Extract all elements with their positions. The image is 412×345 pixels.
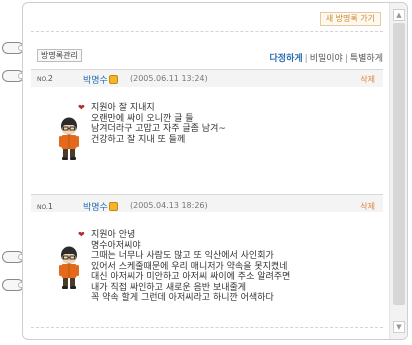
mini-room-icon[interactable] xyxy=(108,202,118,211)
entry-date: (2005.04.13 18:26) xyxy=(130,201,208,210)
filter-secret[interactable]: 비밀이야 xyxy=(310,54,343,64)
mini-room-icon[interactable] xyxy=(108,75,118,84)
entry-message: 지원아 안녕 명수아저씨야 그때는 너무나 사람도 많고 또 익산에서 사인회가… xyxy=(91,230,291,303)
entry-number: NO.2 xyxy=(37,74,53,83)
scroll-thumb[interactable] xyxy=(393,23,405,305)
guestbook-manage-button[interactable]: 방명록관리 xyxy=(37,49,82,62)
go-guestbook-button[interactable]: 새 방명록 가기 xyxy=(319,12,381,26)
filter-separator: | xyxy=(304,54,308,64)
entry-date: (2005.06.11 13:24) xyxy=(130,74,208,83)
heart-icon: ❤ xyxy=(78,103,85,112)
divider xyxy=(31,327,383,328)
entry-message: 지원아 잘 지내지 오랜만에 싸이 오니깐 글 들 남겨더라구 고맙고 자주 글… xyxy=(91,103,226,145)
minime-avatar-icon xyxy=(59,246,79,289)
scroll-down-icon[interactable]: ▼ xyxy=(393,321,405,333)
entry-author[interactable]: 박명수 xyxy=(83,200,118,213)
scroll-up-icon[interactable]: ▲ xyxy=(393,9,405,21)
vertical-scrollbar[interactable]: ▲ ▼ xyxy=(389,3,407,339)
visibility-filters: 다정하게 | 비밀이야 | 특별하게 xyxy=(270,51,383,64)
delete-button[interactable]: 삭제 xyxy=(360,74,375,85)
filter-friendly[interactable]: 다정하게 xyxy=(270,54,303,64)
divider xyxy=(31,31,383,32)
guestbook-content: 새 방명록 가기 방명록관리 다정하게 | 비밀이야 | 특별하게 NO.2 박명수 (… xyxy=(31,3,383,339)
filter-separator: | xyxy=(344,54,348,64)
delete-button[interactable]: 삭제 xyxy=(360,201,375,212)
filter-special[interactable]: 특별하게 xyxy=(350,54,383,64)
entry-author[interactable]: 박명수 xyxy=(83,73,118,86)
guestbook-page: 새 방명록 가기 방명록관리 다정하게 | 비밀이야 | 특별하게 NO.2 박명수 (… xyxy=(22,2,408,340)
heart-icon: ❤ xyxy=(78,230,85,239)
entry-number: NO.1 xyxy=(37,202,53,211)
minime-avatar-icon xyxy=(59,117,79,160)
